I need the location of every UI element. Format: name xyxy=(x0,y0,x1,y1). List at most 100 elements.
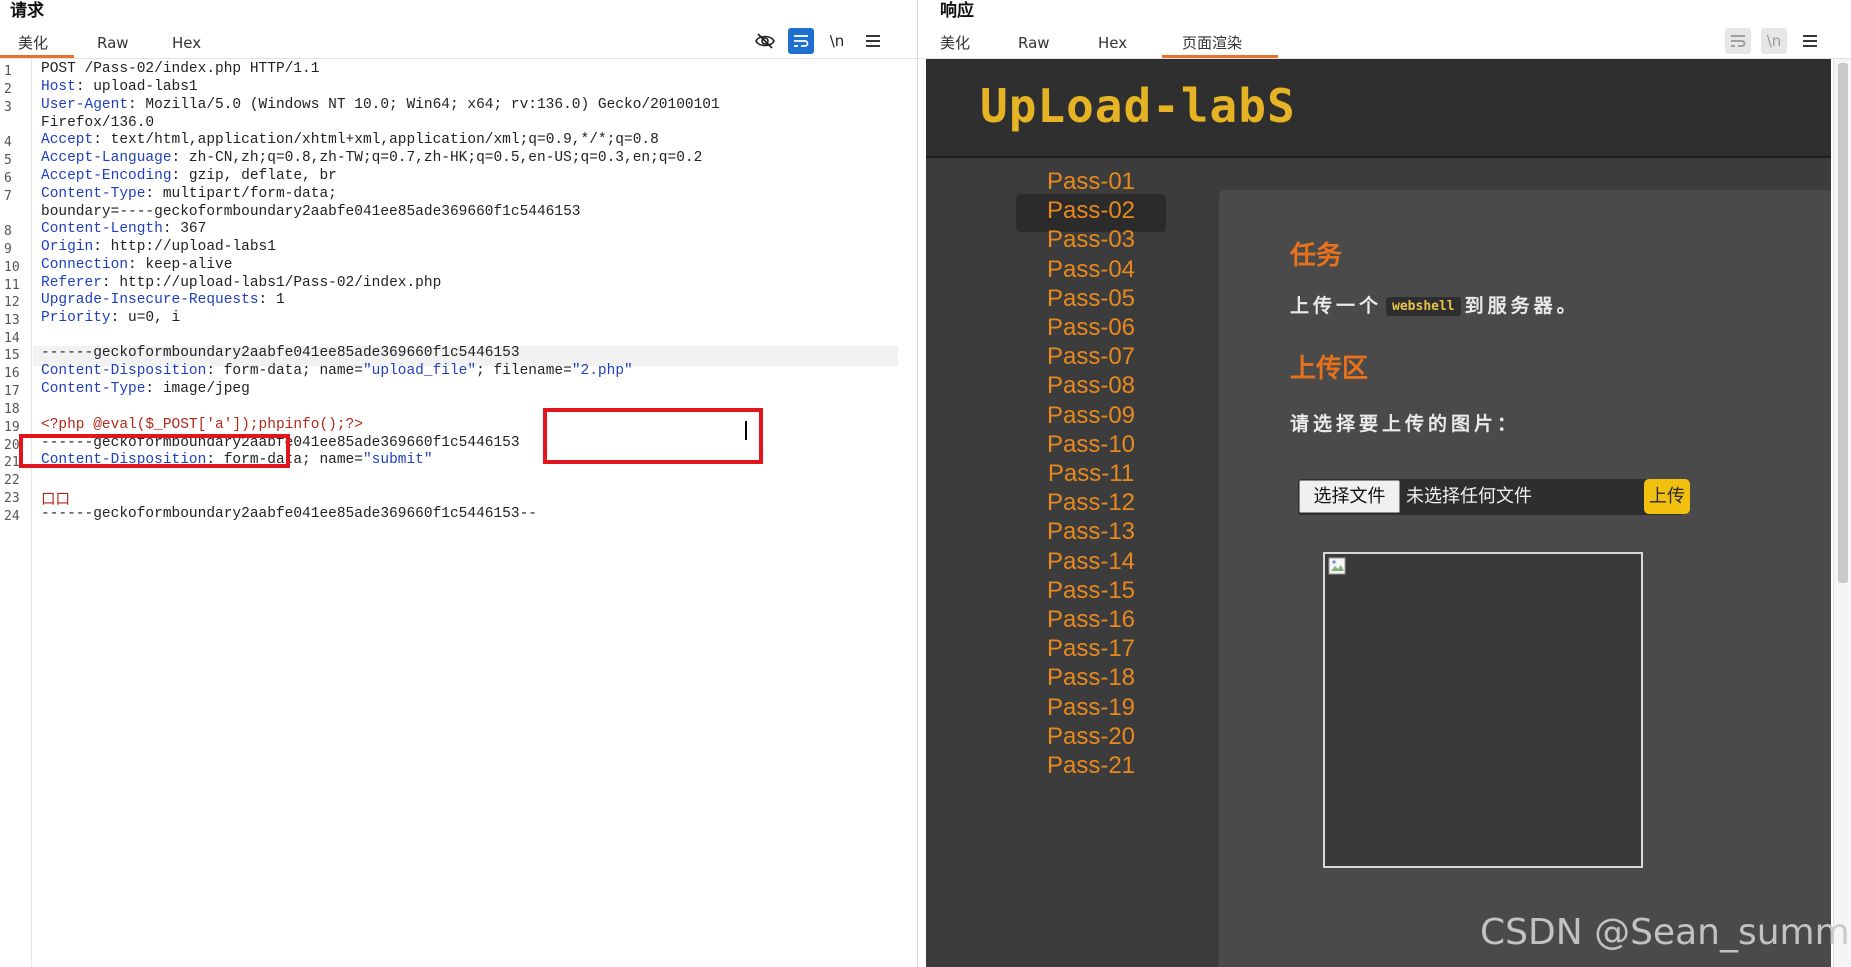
line-number: 6 xyxy=(4,171,12,186)
request-toolbar: \n xyxy=(752,28,886,54)
response-title: 响应 xyxy=(940,1,974,21)
header-value: : 367 xyxy=(162,221,207,237)
raw-text: boundary=----geckoformboundary2aabfe041e… xyxy=(41,204,581,220)
tab-pretty[interactable]: 美化 xyxy=(0,28,74,58)
header-value: : http://upload-labs1 xyxy=(93,239,276,255)
header-key: Origin xyxy=(41,239,94,255)
string-value: "upload_file" xyxy=(362,363,477,379)
header-value: : form-data; name= xyxy=(206,363,363,379)
code-line: Priority: u=0, i xyxy=(41,310,180,326)
line-number-gutter: 1 2 3 4 5 6 7 8 9 10 11 12 13 14 15 16 17 18 19 20 21 22 23 24 xyxy=(0,59,32,967)
line-number: 24 xyxy=(4,509,20,524)
tab-hex[interactable]: Hex xyxy=(1078,28,1162,58)
code-line: ------geckoformboundary2aabfe041ee85ade3… xyxy=(41,345,520,361)
code-line: Content-Disposition: form-data; name="up… xyxy=(41,363,633,379)
task-description: 上传一个 webshell 到服务器。 xyxy=(1290,291,1580,318)
header-value: : image/jpeg xyxy=(145,381,250,397)
menu-item-pass-21[interactable]: Pass-21 xyxy=(1016,749,1166,787)
header-key: Host xyxy=(41,79,76,95)
header-value: : upload-labs1 xyxy=(75,79,198,95)
line-number: 21 xyxy=(4,455,20,470)
file-input[interactable]: 选择文件 未选择任何文件 xyxy=(1298,479,1683,515)
line-number: 3 xyxy=(4,100,12,115)
header-key: Connection xyxy=(41,257,129,273)
header-value: : multipart/form-data; xyxy=(145,186,337,202)
site-header: UpLoad-labS xyxy=(926,59,1831,158)
header-value: : keep-alive xyxy=(128,257,233,273)
line-number: 19 xyxy=(4,420,20,435)
raw-text: POST /Pass-02/index.php HTTP/1.1 xyxy=(41,61,320,77)
string-value: "submit" xyxy=(362,452,433,468)
line-number: 4 xyxy=(4,135,12,150)
code-line: Content-Length: 367 xyxy=(41,221,206,237)
line-number: 2 xyxy=(4,82,12,97)
line-number: 18 xyxy=(4,402,20,417)
header-value: : text/html,application/xhtml+xml,applic… xyxy=(93,132,659,148)
header-key: Accept xyxy=(41,132,94,148)
header-value: ; filename= xyxy=(476,363,572,379)
tab-hex[interactable]: Hex xyxy=(152,28,232,58)
header-value: : Mozilla/5.0 (Windows NT 10.0; Win64; x… xyxy=(128,97,720,113)
text-caret xyxy=(745,421,747,440)
request-panel: 请求 美化 Raw Hex \n 1 2 3 4 5 6 7 8 9 10 11 12 13 14 15 16… xyxy=(0,0,918,967)
no-file-label: 未选择任何文件 xyxy=(1406,486,1532,507)
line-number: 12 xyxy=(4,295,20,310)
code-line: Accept: text/html,application/xhtml+xml,… xyxy=(41,132,659,148)
tab-raw[interactable]: Raw xyxy=(1000,28,1078,58)
image-preview xyxy=(1323,552,1643,868)
upload-heading: 上传区 xyxy=(1290,354,1369,384)
header-key: Upgrade-Insecure-Requests xyxy=(41,292,259,308)
line-number: 5 xyxy=(4,153,12,168)
line-number: 20 xyxy=(4,438,20,453)
raw-text: Firefox/136.0 xyxy=(41,115,155,131)
webshell-code: webshell xyxy=(1386,297,1461,316)
newline-toggle[interactable]: \n xyxy=(1761,28,1787,54)
upload-button[interactable]: 上传 xyxy=(1644,479,1690,514)
code-line: Connection: keep-alive xyxy=(41,257,232,273)
tab-render[interactable]: 页面渲染 xyxy=(1162,28,1278,58)
header-key: Content-Length xyxy=(41,221,163,237)
hamburger-menu-icon[interactable] xyxy=(1797,28,1823,54)
tab-pretty[interactable]: 美化 xyxy=(918,28,1000,58)
header-key: Accept-Language xyxy=(41,150,172,166)
scrollbar-thumb[interactable] xyxy=(1838,63,1848,583)
task-text-after: 到服务器。 xyxy=(1464,295,1580,317)
line-number: 17 xyxy=(4,384,20,399)
code-line: Origin: http://upload-labs1 xyxy=(41,239,276,255)
code-line: ------geckoformboundary2aabfe041ee85ade3… xyxy=(41,506,537,522)
tab-raw[interactable]: Raw xyxy=(74,28,152,58)
line-number: 10 xyxy=(4,260,20,275)
header-key: Priority xyxy=(41,310,111,326)
line-number: 23 xyxy=(4,491,20,506)
header-value: : 1 xyxy=(258,292,285,308)
task-text-before: 上传一个 xyxy=(1290,295,1383,317)
choose-prompt: 请选择要上传的图片： xyxy=(1290,413,1521,435)
word-wrap-icon[interactable] xyxy=(1725,28,1751,54)
line-number: 15 xyxy=(4,348,20,363)
header-value: : zh-CN,zh;q=0.8,zh-TW;q=0.7,zh-HK;q=0.5… xyxy=(171,150,703,166)
request-tab-divider xyxy=(0,58,917,59)
response-scrollbar[interactable] xyxy=(1833,59,1851,967)
header-key: Content-Type xyxy=(41,381,146,397)
hamburger-menu-icon[interactable] xyxy=(860,28,886,54)
request-tabs: 美化 Raw Hex xyxy=(0,28,232,58)
eye-slash-icon[interactable] xyxy=(752,28,778,54)
string-value: "2.php" xyxy=(571,363,633,379)
line-number: 16 xyxy=(4,366,20,381)
response-toolbar: \n xyxy=(1725,28,1823,54)
line-number: 9 xyxy=(4,242,12,257)
newline-toggle[interactable]: \n xyxy=(824,28,850,54)
choose-file-button[interactable]: 选择文件 xyxy=(1299,480,1400,513)
header-key: Content-Disposition xyxy=(41,363,207,379)
filename-highlight-box xyxy=(543,408,763,464)
task-heading: 任务 xyxy=(1290,241,1343,271)
code-line: Content-Type: image/jpeg xyxy=(41,381,250,397)
raw-text: ------geckoformboundary2aabfe041ee85ade3… xyxy=(41,506,537,522)
line-number: 14 xyxy=(4,331,20,346)
header-value: : u=0, i xyxy=(110,310,181,326)
word-wrap-icon[interactable] xyxy=(788,28,814,54)
code-line: Accept-Language: zh-CN,zh;q=0.8,zh-TW;q=… xyxy=(41,150,702,166)
line-number: 1 xyxy=(4,64,12,79)
response-tabs: 美化 Raw Hex 页面渲染 xyxy=(918,28,1278,58)
site-logo[interactable]: UpLoad-labS xyxy=(980,79,1296,133)
